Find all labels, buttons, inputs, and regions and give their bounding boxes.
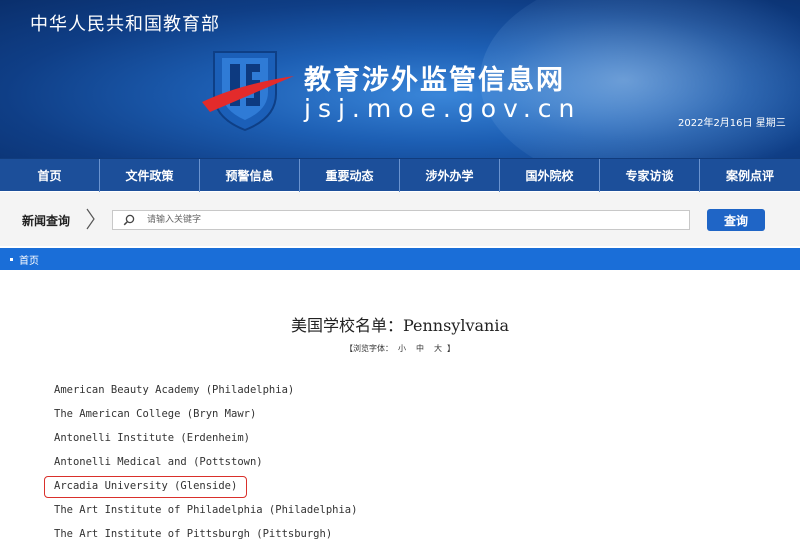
nav-item-news[interactable]: 重要动态 [300,159,400,192]
current-date: 2022年2月16日 星期三 [678,118,786,129]
font-size-label: 【浏览字体： [345,344,393,353]
list-item: Antonelli Institute (Erdenheim) [54,432,250,444]
nav-item-case-review[interactable]: 案例点评 [700,159,800,192]
font-size-large-link[interactable]: 大 [434,344,442,353]
font-size-medium-link[interactable]: 中 [416,344,424,353]
list-item: The Art Institute of Pittsburgh (Pittsbu… [54,528,333,540]
nav-item-foreign-education[interactable]: 涉外办学 [400,159,500,192]
list-item: American Beauty Academy (Philadelphia) [54,384,295,396]
breadcrumb-home[interactable]: 首页 [19,252,39,267]
breadcrumb: 首页 [0,248,800,270]
site-domain: jsj.moe.gov.cn [304,94,582,123]
font-size-selector: 【浏览字体： 小 中 大】 [0,343,800,354]
font-size-small-link[interactable]: 小 [398,344,406,353]
nav-item-foreign-schools[interactable]: 国外院校 [500,159,600,192]
nav-item-policy[interactable]: 文件政策 [100,159,200,192]
site-title[interactable]: 教育涉外监管信息网 [304,58,565,97]
news-search-label: 新闻查询 [22,214,71,228]
list-item: The American College (Bryn Mawr) [54,408,257,420]
chevron-right-icon [86,208,95,230]
search-button[interactable]: 查询 [707,209,765,231]
ministry-name[interactable]: 中华人民共和国教育部 [30,10,220,36]
search-field [112,210,690,230]
school-list: American Beauty Academy (Philadelphia) T… [54,382,554,548]
font-size-close: 】 [447,344,455,353]
highlight-annotation [44,476,247,498]
news-search-bar: 新闻查询 查询 [0,192,800,246]
nav-item-warning[interactable]: 预警信息 [200,159,300,192]
search-icon [123,214,135,226]
nav-item-expert-interview[interactable]: 专家访谈 [600,159,700,192]
search-input[interactable] [147,212,677,228]
breadcrumb-bullet-icon [10,257,13,261]
nav-item-home[interactable]: 首页 [0,159,100,192]
list-item: The Art Institute of Philadelphia (Phila… [54,504,358,516]
site-logo-icon[interactable] [200,48,296,138]
header-banner: 中华人民共和国教育部 教育涉外监管信息网 jsj.moe.gov.cn 2022… [0,0,800,158]
list-item: Antonelli Medical and (Pottstown) [54,456,263,468]
article-title: 美国学校名单：Pennsylvania [290,316,510,335]
main-nav: 首页 文件政策 预警信息 重要动态 涉外办学 国外院校 专家访谈 案例点评 [0,158,800,192]
